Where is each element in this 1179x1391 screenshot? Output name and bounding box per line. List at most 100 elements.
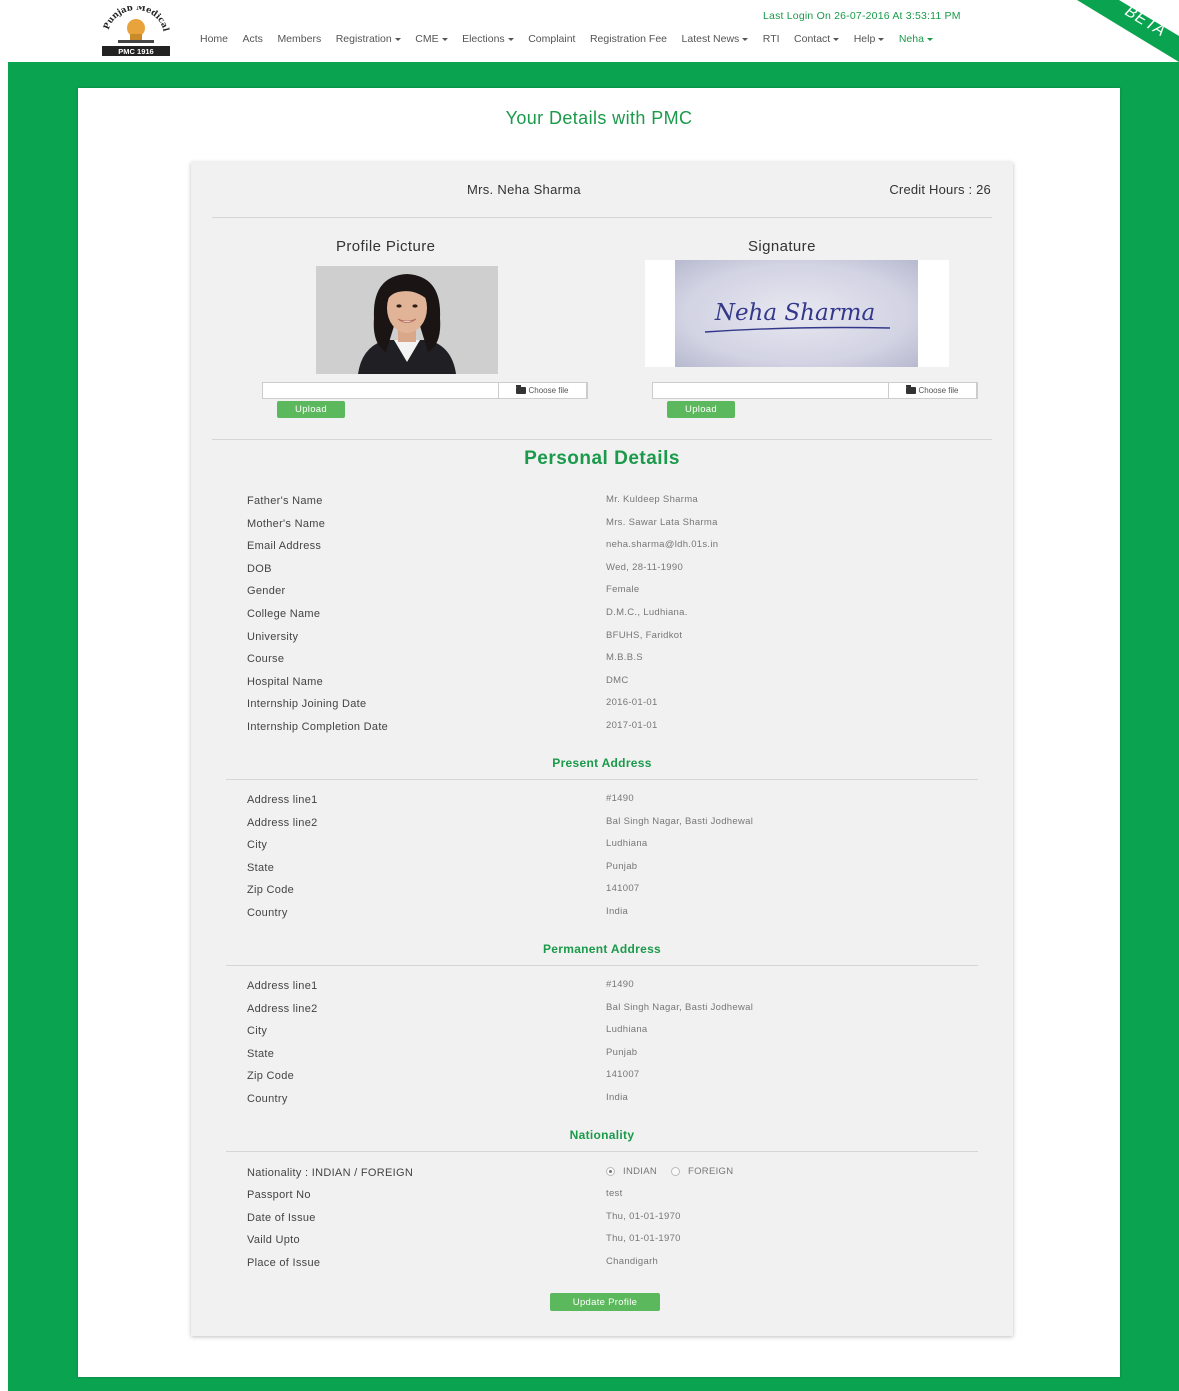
detail-value: Mr. Kuldeep Sharma [606, 494, 698, 505]
detail-label: Country [247, 907, 288, 919]
detail-value: Ludhiana [606, 1024, 648, 1036]
detail-value: Chandigarh [606, 1255, 659, 1267]
nationality-label: Nationality : INDIAN / FOREIGN [247, 1167, 414, 1179]
detail-label: Zip Code [247, 884, 295, 897]
detail-label: Gender [247, 585, 286, 598]
nav-item-members[interactable]: Members [277, 33, 321, 45]
nationality-heading: Nationality [569, 1128, 635, 1142]
nav-item-help[interactable]: Help [854, 33, 885, 45]
nav-item-complaint[interactable]: Complaint [528, 33, 575, 45]
detail-label: Address line1 [247, 980, 318, 992]
caret-down-icon [441, 37, 448, 41]
detail-label: Zip Code [247, 1070, 295, 1083]
svg-text:PMC 1916: PMC 1916 [118, 47, 153, 56]
credit-hours: Credit Hours : 26 [889, 182, 991, 197]
choose-file-button[interactable]: Choose file [888, 382, 977, 399]
personal-details-heading: Personal Details [524, 448, 680, 469]
nationality-radio-group: INDIAN FOREIGN [606, 1166, 733, 1177]
detail-row: State Punjab [247, 861, 947, 882]
detail-value: Bal Singh Nagar, Basti Jodhewal [606, 815, 754, 827]
detail-label: City [247, 1025, 268, 1038]
nav-item-label: Help [853, 33, 876, 45]
main-nav: Home Acts Members Registration CME Elections C… [200, 33, 947, 45]
detail-value: India [606, 906, 629, 917]
detail-row: Hospital Name DMC [247, 675, 947, 696]
nav-item-label: Neha [898, 33, 924, 45]
detail-row: University BFUHS, Faridkot [247, 629, 947, 651]
permanent-address-heading: Permanent Address [542, 942, 662, 956]
detail-row: Passport No test [247, 1188, 947, 1209]
nav-item-label: Contact [794, 33, 831, 45]
upload-signature-button[interactable]: Upload [667, 401, 735, 418]
update-profile-button[interactable]: Update Profile [550, 1293, 660, 1311]
divider [226, 965, 978, 966]
detail-label: Place of Issue [247, 1256, 321, 1269]
detail-row: City Ludhiana [247, 838, 947, 859]
green-frame: Your Details with PMC Mrs. Neha Sharma C… [8, 62, 1179, 1391]
detail-value: neha.sharma@ldh.01s.in [606, 539, 719, 551]
detail-value: 2016-01-01 [606, 697, 658, 709]
detail-value: Wed, 28-11-1990 [606, 561, 684, 573]
upload-profile-button[interactable]: Upload [277, 401, 345, 418]
detail-value: BFUHS, Faridkot [606, 629, 683, 641]
detail-row: Address line2 Bal Singh Nagar, Basti Jodh… [247, 815, 947, 837]
caret-down-icon [833, 37, 840, 41]
nav-item-rti[interactable]: RTI [763, 33, 780, 45]
nav-item-acts[interactable]: Acts [243, 33, 263, 45]
nav-item-label: Members [277, 33, 322, 45]
detail-row: DOB Wed, 28-11-1990 [247, 561, 947, 583]
detail-value: Thu, 01-01-1970 [606, 1210, 681, 1222]
signature-file-input[interactable]: Choose file [652, 382, 978, 399]
nav-item-registration[interactable]: Registration [336, 33, 401, 45]
detail-label: State [247, 1047, 275, 1060]
beta-ribbon: BETA [1069, 0, 1179, 62]
signature-image: Neha Sharma [645, 260, 949, 367]
folder-icon [516, 385, 527, 394]
detail-row: Internship Completion Date 2017-01-01 [247, 720, 947, 741]
detail-row: State Punjab [247, 1047, 947, 1068]
detail-label: Internship Joining Date [247, 698, 367, 711]
detail-label: Internship Completion Date [247, 721, 389, 733]
detail-row: Vaild Upto Thu, 01-01-1970 [247, 1233, 947, 1254]
profile-file-input[interactable]: Choose file [262, 382, 588, 399]
detail-row: City Ludhiana [247, 1024, 947, 1045]
nav-item-cme[interactable]: CME [415, 33, 448, 45]
detail-row: Zip Code 141007 [247, 883, 947, 904]
nav-item-home[interactable]: Home [200, 33, 228, 45]
nav-item-contact[interactable]: Contact [794, 33, 840, 45]
page-title: Your Details with PMC [505, 108, 693, 128]
folder-icon [906, 385, 917, 394]
detail-value: 2017-01-01 [606, 720, 658, 731]
nav-item-latest-news[interactable]: Latest News [682, 33, 749, 45]
detail-value: M.B.B.S [606, 652, 643, 664]
nav-item-registration-fee[interactable]: Registration Fee [590, 33, 667, 45]
detail-value: 141007 [606, 883, 640, 895]
radio-indian[interactable] [606, 1167, 615, 1176]
detail-value: India [606, 1092, 629, 1103]
caret-down-icon [742, 37, 749, 41]
nav-item-neha[interactable]: Neha [899, 33, 933, 45]
last-login-text: Last Login On 26-07-2016 At 3:53:11 PM [763, 10, 961, 22]
detail-row: Mother's Name Mrs. Sawar Lata Sharma [247, 517, 947, 538]
nav-item-elections[interactable]: Elections [462, 33, 514, 45]
radio-foreign[interactable] [671, 1167, 680, 1176]
detail-label: City [247, 839, 268, 852]
profile-card: Mrs. Neha Sharma Credit Hours : 26 Profi… [191, 162, 1013, 1336]
detail-label: Address line2 [247, 1002, 318, 1015]
divider [226, 779, 978, 780]
detail-label: Date of Issue [247, 1211, 316, 1224]
radio-foreign-label: FOREIGN [688, 1166, 734, 1177]
pmc-logo[interactable]: Punjab Medical Council PMC 1916 [100, 6, 172, 58]
detail-label: Vaild Upto [247, 1234, 300, 1247]
detail-row: Internship Joining Date 2016-01-01 [247, 697, 947, 718]
nav-item-label: Elections [462, 33, 505, 45]
radio-indian-label: INDIAN [623, 1166, 657, 1177]
nav-item-label: CME [415, 33, 439, 45]
detail-label: Country [247, 1093, 288, 1105]
nav-item-label: Complaint [528, 33, 576, 45]
signature-heading: Signature [748, 238, 816, 255]
choose-file-button[interactable]: Choose file [498, 382, 587, 399]
profile-photo [316, 266, 498, 374]
detail-row: Father's Name Mr. Kuldeep Sharma [247, 494, 947, 515]
caret-down-icon [926, 37, 933, 41]
